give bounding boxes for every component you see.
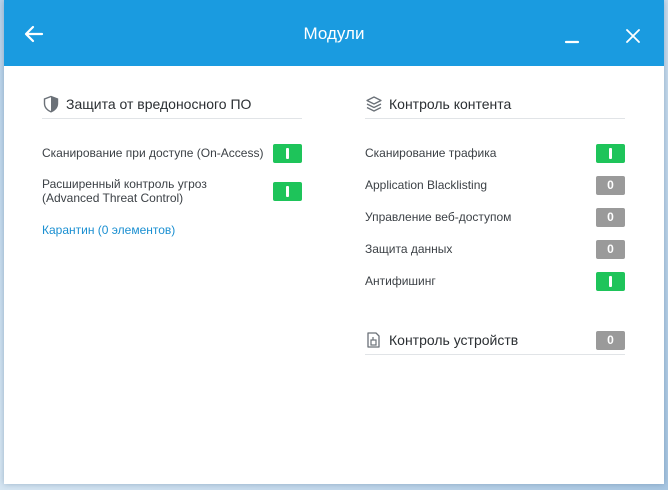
toggle-on-knob [286, 185, 289, 197]
on-access-row: Сканирование при доступе (On-Access) [42, 143, 302, 163]
close-button[interactable] [621, 24, 645, 48]
modules-window: Модули Защита от вредоносного ПО Сканиро… [4, 0, 664, 484]
atc-row: Расширенный контроль угроз (Advanced Thr… [42, 177, 302, 205]
title-bar: Модули [4, 0, 664, 66]
content-section-header: Контроль контента [365, 90, 625, 119]
atc-toggle[interactable] [273, 181, 302, 201]
antiphishing-label: Антифишинг [365, 274, 436, 288]
devices-section-title-group: Контроль устройств [365, 331, 518, 349]
content-section-title: Контроль контента [389, 96, 512, 112]
antiphishing-row: Антифишинг [365, 271, 625, 291]
shield-icon [42, 95, 60, 113]
app-blacklisting-row: Application Blacklisting 0 [365, 175, 625, 195]
minimize-icon [564, 40, 580, 44]
app-blacklisting-label: Application Blacklisting [365, 178, 488, 192]
malware-section-title: Защита от вредоносного ПО [66, 96, 252, 112]
toggle-on-knob [609, 147, 612, 159]
traffic-scan-toggle[interactable] [596, 143, 625, 163]
data-protection-toggle[interactable]: 0 [596, 239, 625, 259]
devices-section-header: Контроль устройств 0 [365, 326, 625, 355]
toggle-on-knob [286, 147, 289, 159]
toggle-on-knob [609, 275, 612, 287]
on-access-toggle[interactable] [273, 143, 302, 163]
minimize-button[interactable] [560, 26, 584, 50]
atc-label-line1: Расширенный контроль угроз [42, 177, 207, 191]
atc-label: Расширенный контроль угроз (Advanced Thr… [42, 177, 207, 205]
atc-label-line2: (Advanced Threat Control) [42, 191, 184, 205]
traffic-scan-row: Сканирование трафика [365, 143, 625, 163]
web-access-label: Управление веб-доступом [365, 210, 512, 224]
close-icon [626, 29, 640, 43]
web-access-row: Управление веб-доступом 0 [365, 207, 625, 227]
on-access-label: Сканирование при доступе (On-Access) [42, 146, 264, 160]
device-icon [365, 331, 383, 349]
malware-section-header: Защита от вредоносного ПО [42, 90, 302, 119]
layers-icon [365, 95, 383, 113]
app-blacklisting-toggle[interactable]: 0 [596, 175, 625, 195]
devices-toggle[interactable]: 0 [596, 330, 625, 350]
traffic-scan-label: Сканирование трафика [365, 146, 497, 160]
antiphishing-toggle[interactable] [596, 271, 625, 291]
quarantine-link[interactable]: Карантин (0 элементов) [42, 223, 175, 237]
data-protection-label: Защита данных [365, 242, 453, 256]
devices-section-title: Контроль устройств [389, 332, 519, 348]
web-access-toggle[interactable]: 0 [596, 207, 625, 227]
data-protection-row: Защита данных 0 [365, 239, 625, 259]
